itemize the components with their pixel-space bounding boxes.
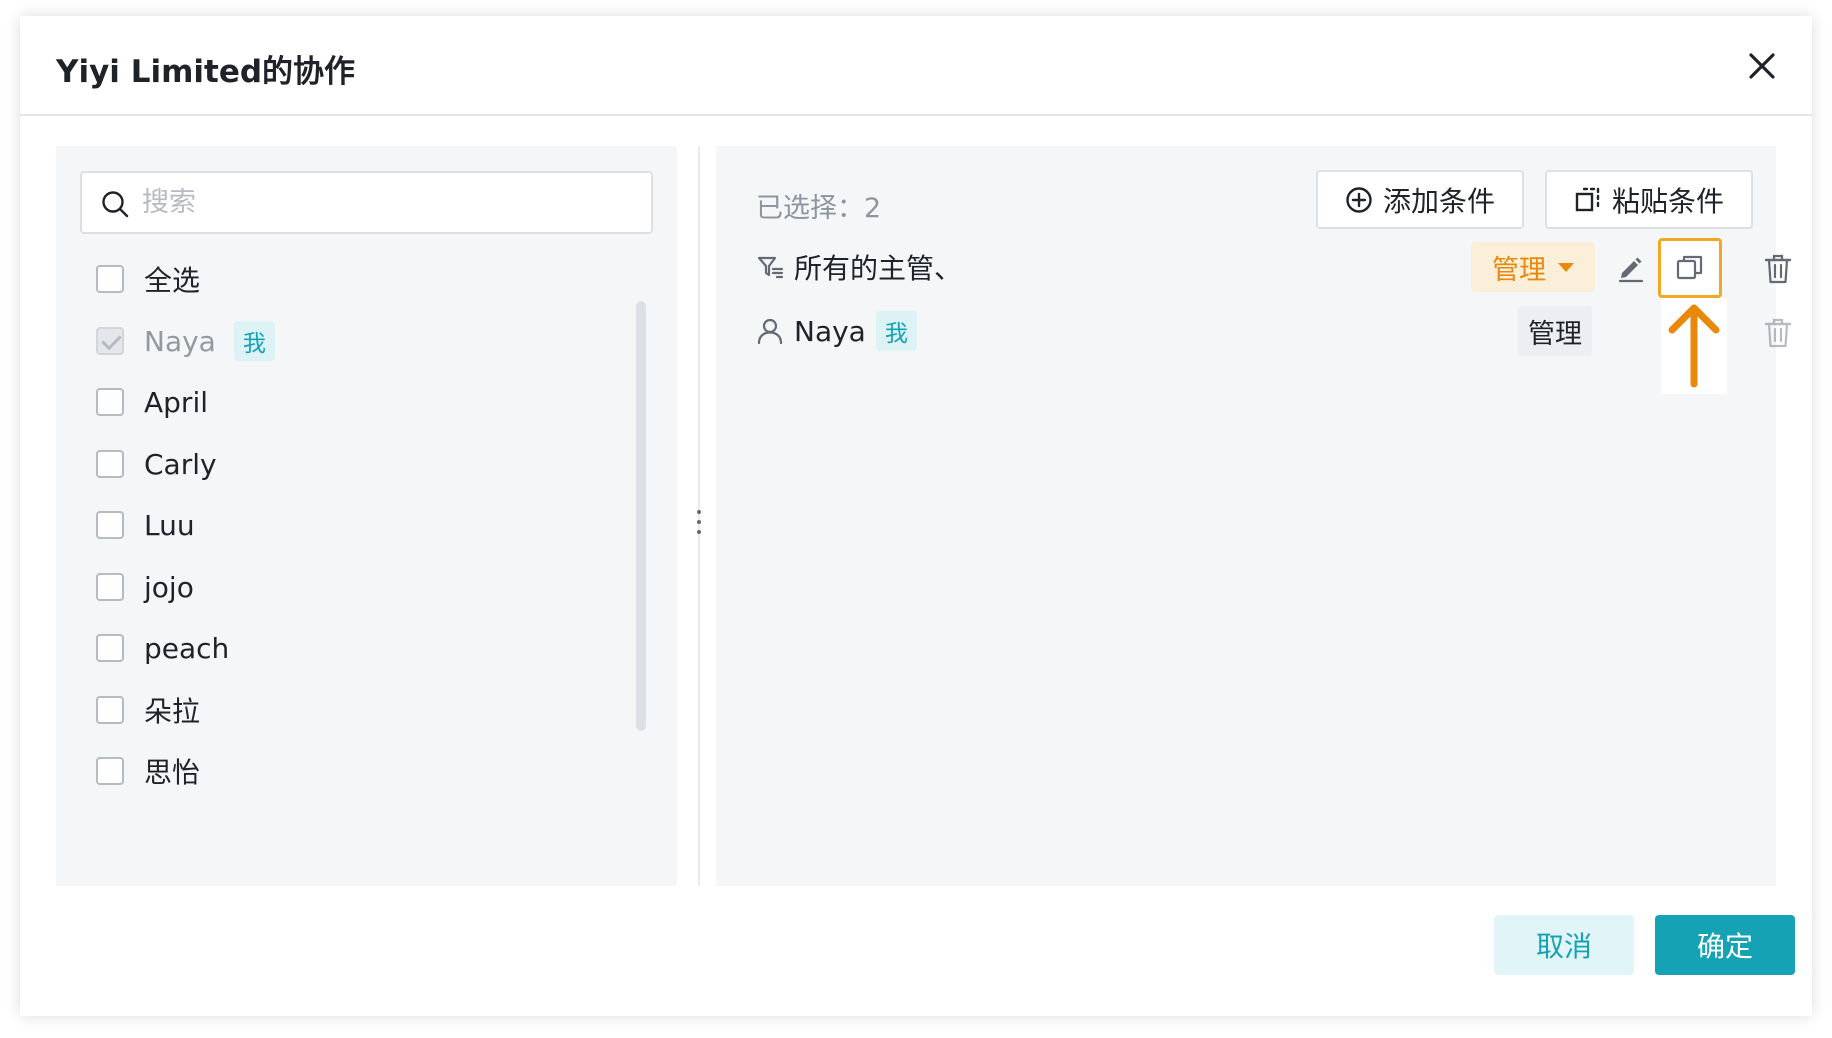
member-name: peach [144,631,230,665]
cancel-button[interactable]: 取消 [1494,915,1634,975]
add-condition-button[interactable]: 添加条件 [1316,170,1524,229]
list-item[interactable]: peach [96,623,229,673]
member-name: 思怡 [144,756,201,789]
plus-circle-icon [1346,186,1372,213]
role-label: 管理 [1518,306,1592,356]
selected-panel: 已选择：2 添加条件 粘贴条件 所有的主管、 管理 Naya 我 管理 [716,146,1792,886]
copy-button-highlight[interactable] [1658,238,1722,298]
select-all-row[interactable]: 全选 [96,254,200,304]
search-icon [102,191,129,218]
list-item[interactable]: jojo [96,562,194,612]
confirm-button[interactable]: 确定 [1655,915,1795,975]
member-checkbox[interactable] [96,450,124,478]
collaboration-dialog: Yiyi Limited的协作 全选 Naya 我 [20,16,1812,1016]
edit-icon[interactable] [1614,251,1648,285]
user-icon [757,318,783,345]
select-all-checkbox[interactable] [96,265,124,293]
list-item: Naya 我 [96,316,275,366]
delete-icon[interactable] [1761,252,1795,286]
member-list: 全选 Naya 我 April Carly Luu jojo peach 朵拉 … [56,254,677,886]
list-item[interactable]: 思怡 [96,746,200,796]
member-checkbox[interactable] [96,634,124,662]
list-item[interactable]: April [96,377,208,427]
member-name: Naya [794,314,866,348]
member-checkbox[interactable] [96,757,124,785]
member-name: Carly [144,447,217,481]
condition-label: 所有的主管、 [794,252,963,285]
paste-condition-label: 粘贴条件 [1611,184,1724,218]
role-dropdown[interactable]: 管理 [1471,242,1595,292]
member-checkbox[interactable] [96,696,124,724]
member-checkbox[interactable] [96,573,124,601]
paste-condition-button[interactable]: 粘贴条件 [1545,170,1753,229]
member-picker-panel: 全选 Naya 我 April Carly Luu jojo [56,146,677,886]
member-row: Naya 我 [756,306,917,356]
member-name: jojo [144,570,194,604]
select-all-label: 全选 [144,264,201,297]
list-item[interactable]: 朵拉 [96,685,200,735]
member-list-scrollbar[interactable] [636,301,646,731]
search-input[interactable] [142,173,642,232]
condition-row: 所有的主管、 [756,242,962,292]
add-condition-label: 添加条件 [1382,184,1495,218]
list-item[interactable]: Luu [96,500,195,550]
member-checkbox[interactable] [96,388,124,416]
search-box[interactable] [80,171,653,234]
selected-count: 已选择：2 [756,193,882,224]
dialog-title: Yiyi Limited的协作 [56,54,356,90]
member-checkbox [96,327,124,355]
member-name: April [144,385,208,419]
dialog-header: Yiyi Limited的协作 [20,16,1812,116]
arrow-up-icon [1661,298,1727,394]
member-name: Luu [144,508,195,542]
close-icon[interactable] [1742,46,1782,86]
me-badge: 我 [233,321,275,361]
paste-icon [1575,187,1600,211]
list-item[interactable]: Carly [96,439,217,489]
delete-icon[interactable] [1761,316,1795,350]
role-dropdown-value: 管理 [1492,254,1546,286]
filter-icon [757,256,784,279]
copy-icon[interactable] [1673,251,1707,285]
member-name: Naya [144,324,216,358]
caret-down-icon [1558,262,1574,272]
me-badge: 我 [875,311,917,351]
resize-handle-icon[interactable] [684,504,714,540]
member-checkbox[interactable] [96,511,124,539]
member-name: 朵拉 [144,695,201,728]
